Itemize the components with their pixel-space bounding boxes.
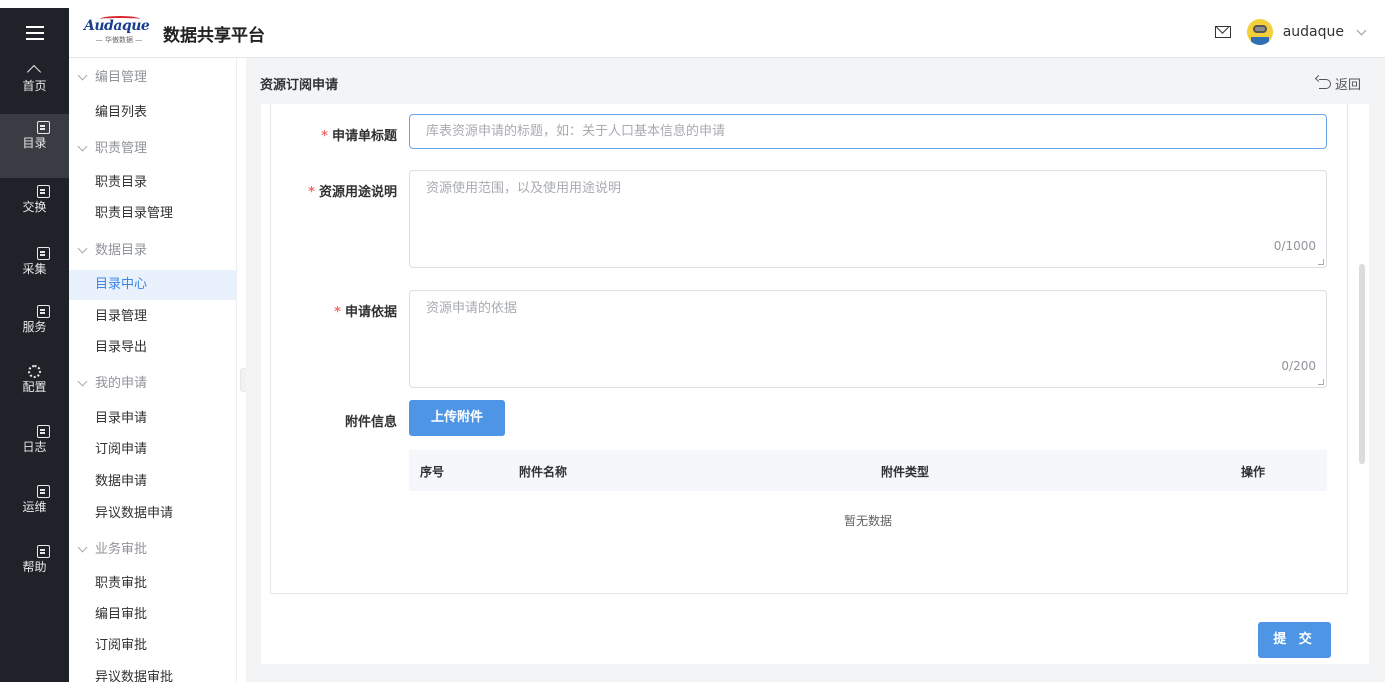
- menu-item-subscribe-approval[interactable]: 订阅审批: [69, 631, 236, 661]
- user-area: audaque: [1214, 19, 1367, 45]
- page-title: 资源订阅申请: [260, 78, 339, 93]
- col-actions: 操作: [1241, 465, 1266, 479]
- menu-item-catalog-center[interactable]: 目录中心: [69, 270, 236, 300]
- menu-toggle-button[interactable]: [0, 8, 69, 58]
- basis-textarea[interactable]: 资源申请的依据 0/200: [409, 290, 1327, 388]
- attach-label: 附件信息: [344, 415, 397, 430]
- menu-item-catalog-manage[interactable]: 目录管理: [69, 302, 236, 332]
- menu-group-catalog-mgmt[interactable]: 编目管理: [79, 66, 147, 90]
- page-header: 资源订阅申请 返回: [246, 58, 1385, 104]
- form-panel: * 申请单标题 库表资源申请的标题，如：关于人口基本信息的申请 * 资源用途说明 资…: [270, 104, 1365, 594]
- rail-item-exchange[interactable]: 交换: [0, 178, 69, 242]
- username[interactable]: audaque: [1283, 24, 1344, 40]
- back-arrow-icon: [1318, 78, 1331, 89]
- usage-textarea[interactable]: 资源使用范围，以及使用用途说明 0/1000: [409, 170, 1327, 268]
- attachment-table-header: 序号 附件名称 附件类型 操作: [409, 450, 1327, 491]
- resize-handle[interactable]: [1318, 379, 1324, 385]
- rail-item-log[interactable]: 日志: [0, 418, 69, 482]
- help-icon: [37, 545, 50, 558]
- title-label: * 申请单标题: [321, 129, 397, 144]
- chevron-down-icon[interactable]: [1356, 25, 1367, 35]
- menu-item-catalog-export[interactable]: 目录导出: [69, 333, 236, 363]
- menu-item-catalog-list[interactable]: 编目列表: [69, 98, 236, 128]
- window-top-edge: [0, 0, 1385, 8]
- col-file-name: 附件名称: [519, 465, 568, 479]
- top-header: Audaque — 华傲数据 — 数据共享平台 audaque: [0, 8, 1385, 58]
- ops-icon: [37, 485, 50, 498]
- avatar[interactable]: [1246, 19, 1273, 45]
- required-mark: *: [321, 129, 328, 144]
- menu-item-dispute-request[interactable]: 异议数据申请: [69, 499, 236, 529]
- submit-button[interactable]: 提 交: [1258, 622, 1331, 658]
- gear-icon: [28, 365, 41, 378]
- back-label: 返回: [1334, 78, 1361, 93]
- upload-attachment-button[interactable]: 上传附件: [409, 400, 505, 436]
- back-button[interactable]: 返回: [1318, 74, 1361, 93]
- catalog-icon: [37, 121, 50, 134]
- menu-item-catalog-request[interactable]: 目录申请: [69, 404, 236, 434]
- secondary-menu: 编目管理 编目列表 职责管理 职责目录 职责目录管理 数据目录 目录中心 目录管…: [69, 58, 237, 682]
- exchange-icon: [37, 185, 50, 198]
- usage-label: * 资源用途说明: [308, 185, 397, 200]
- menu-item-data-request[interactable]: 数据申请: [69, 467, 236, 497]
- menu-group-duty-mgmt[interactable]: 职责管理: [79, 137, 147, 161]
- basis-char-counter: 0/200: [1281, 359, 1316, 373]
- brand-logo: Audaque — 华傲数据 —: [84, 16, 150, 44]
- home-icon: [28, 65, 42, 77]
- menu-group-approvals[interactable]: 业务审批: [79, 538, 147, 562]
- hamburger-icon: [25, 26, 44, 40]
- title-input[interactable]: 库表资源申请的标题，如：关于人口基本信息的申请: [409, 114, 1327, 149]
- rail-item-service[interactable]: 服务: [0, 298, 69, 362]
- rail-item-ops[interactable]: 运维: [0, 478, 69, 542]
- menu-item-catalog-approval[interactable]: 编目审批: [69, 600, 236, 630]
- required-mark: *: [334, 305, 341, 320]
- scrollbar[interactable]: [1359, 264, 1365, 464]
- form-card: * 申请单标题 库表资源申请的标题，如：关于人口基本信息的申请 * 资源用途说明 资…: [261, 104, 1369, 664]
- menu-item-duty-approval[interactable]: 职责审批: [69, 569, 236, 599]
- mail-icon[interactable]: [1214, 26, 1231, 38]
- resize-handle[interactable]: [1318, 259, 1324, 265]
- menu-item-dispute-approval[interactable]: 异议数据审批: [69, 663, 236, 682]
- collect-icon: [37, 247, 50, 260]
- service-icon: [37, 305, 50, 318]
- log-icon: [37, 425, 50, 438]
- rail-item-home[interactable]: 首页: [0, 58, 69, 122]
- col-file-type: 附件类型: [881, 465, 930, 479]
- menu-item-subscribe-request[interactable]: 订阅申请: [69, 435, 236, 465]
- col-index: 序号: [420, 465, 445, 479]
- app-title: 数据共享平台: [163, 26, 265, 46]
- primary-nav-rail: 首页 目录 交换 采集 服务 配置 日志 运维 帮助: [0, 58, 69, 682]
- rail-item-config[interactable]: 配置: [0, 358, 69, 422]
- menu-item-duty-catalog[interactable]: 职责目录: [69, 168, 236, 198]
- rail-item-help[interactable]: 帮助: [0, 538, 69, 602]
- required-mark: *: [308, 185, 315, 200]
- menu-group-my-requests[interactable]: 我的申请: [79, 372, 147, 396]
- main-content: 资源订阅申请 返回 * 申请单标题 库表资源申请的标题，如：关于人口基本信息的申请…: [246, 58, 1385, 682]
- usage-char-counter: 0/1000: [1273, 239, 1316, 253]
- menu-item-duty-catalog-mgmt[interactable]: 职责目录管理: [69, 199, 236, 229]
- rail-item-catalog[interactable]: 目录: [0, 114, 69, 178]
- basis-label: * 申请依据: [334, 305, 397, 320]
- menu-group-data-catalog[interactable]: 数据目录: [79, 239, 147, 263]
- rail-item-collect[interactable]: 采集: [0, 240, 69, 304]
- empty-table-text: 暂无数据: [843, 514, 892, 528]
